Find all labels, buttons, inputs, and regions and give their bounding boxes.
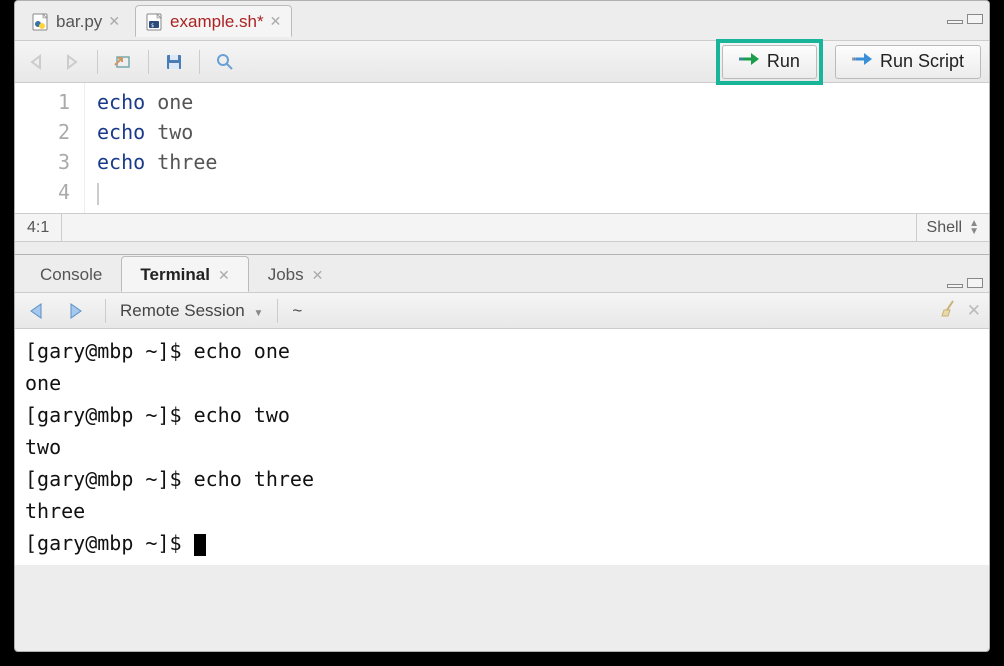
close-terminal-button[interactable]: ✕	[967, 301, 981, 321]
terminal-line: [gary@mbp ~]$ echo two	[25, 399, 979, 431]
terminal-line: [gary@mbp ~]$	[25, 527, 979, 559]
code-lines[interactable]: echo one echo two echo three	[85, 83, 217, 213]
nav-back-button[interactable]	[23, 47, 53, 77]
svg-text:$_: $_	[151, 23, 158, 29]
file-tab-bar: bar.py ✕ $_ example.sh* ✕	[15, 1, 989, 41]
run-script-button[interactable]: Run Script	[835, 45, 981, 79]
run-button-highlight: Run	[716, 39, 823, 85]
file-tab-example-sh[interactable]: $_ example.sh* ✕	[135, 5, 292, 37]
terminal-line: one	[25, 367, 979, 399]
terminal-cursor	[194, 534, 206, 556]
terminal-back-button[interactable]	[23, 296, 53, 326]
chevron-down-icon: ▼	[253, 308, 263, 319]
code-line[interactable]: echo three	[97, 147, 217, 177]
terminal-line: three	[25, 495, 979, 527]
terminal-output[interactable]: [gary@mbp ~]$ echo one one [gary@mbp ~]$…	[15, 329, 989, 565]
tab-console[interactable]: Console	[21, 256, 121, 292]
terminal-line: [gary@mbp ~]$ echo one	[25, 335, 979, 367]
file-tab-label: bar.py	[56, 12, 102, 32]
file-tab-label: example.sh*	[170, 12, 264, 32]
run-button-label: Run	[767, 51, 800, 72]
tab-terminal[interactable]: Terminal ✕	[121, 256, 248, 292]
session-selector[interactable]: Remote Session ▼	[120, 301, 263, 321]
terminal-line: [gary@mbp ~]$ echo three	[25, 463, 979, 495]
cwd-label: ~	[292, 301, 302, 321]
code-editor[interactable]: 1 2 3 4 echo one echo two echo three	[15, 83, 989, 213]
close-icon[interactable]: ✕	[270, 13, 282, 30]
code-line[interactable]	[97, 177, 217, 207]
search-button[interactable]	[210, 47, 240, 77]
file-tab-bar-py[interactable]: bar.py ✕	[21, 5, 131, 37]
run-script-button-label: Run Script	[880, 51, 964, 72]
close-icon[interactable]: ✕	[108, 13, 120, 30]
chevron-updown-icon: ▲▼	[969, 220, 979, 236]
line-number: 2	[15, 117, 70, 147]
tab-jobs[interactable]: Jobs ✕	[249, 256, 343, 292]
line-number-gutter: 1 2 3 4	[15, 83, 85, 213]
code-line[interactable]: echo one	[97, 87, 217, 117]
minimize-pane-icon[interactable]	[947, 20, 963, 24]
line-number: 1	[15, 87, 70, 117]
run-button[interactable]: Run	[722, 45, 817, 79]
save-button[interactable]	[159, 47, 189, 77]
language-selector[interactable]: Shell ▲▼	[916, 214, 989, 241]
terminal-toolbar: Remote Session ▼ ~ ✕	[15, 293, 989, 329]
minimize-pane-icon[interactable]	[947, 284, 963, 288]
line-number: 4	[15, 177, 70, 207]
close-icon[interactable]: ✕	[312, 267, 324, 284]
code-line[interactable]: echo two	[97, 117, 217, 147]
maximize-pane-icon[interactable]	[967, 14, 983, 24]
run-arrow-icon	[739, 51, 761, 72]
shell-file-icon: $_	[146, 13, 164, 31]
ide-frame: bar.py ✕ $_ example.sh* ✕	[14, 0, 990, 652]
pane-window-controls	[947, 278, 983, 292]
editor-toolbar: Run Run Script	[15, 41, 989, 83]
terminal-forward-button[interactable]	[61, 296, 91, 326]
close-icon[interactable]: ✕	[218, 267, 230, 284]
pane-window-controls	[947, 14, 983, 28]
console-pane: Console Terminal ✕ Jobs ✕	[15, 254, 989, 565]
clear-terminal-button[interactable]	[939, 298, 959, 323]
line-number: 3	[15, 147, 70, 177]
nav-forward-button[interactable]	[57, 47, 87, 77]
text-cursor	[97, 183, 99, 205]
editor-pane: bar.py ✕ $_ example.sh* ✕	[15, 1, 989, 242]
maximize-pane-icon[interactable]	[967, 278, 983, 288]
python-file-icon	[32, 13, 50, 31]
open-in-window-button[interactable]	[108, 47, 138, 77]
console-tab-bar: Console Terminal ✕ Jobs ✕	[15, 255, 989, 293]
editor-status-bar: 4:1 Shell ▲▼	[15, 213, 989, 241]
terminal-line: two	[25, 431, 979, 463]
run-script-arrow-icon	[852, 51, 874, 72]
cursor-position: 4:1	[15, 214, 62, 241]
